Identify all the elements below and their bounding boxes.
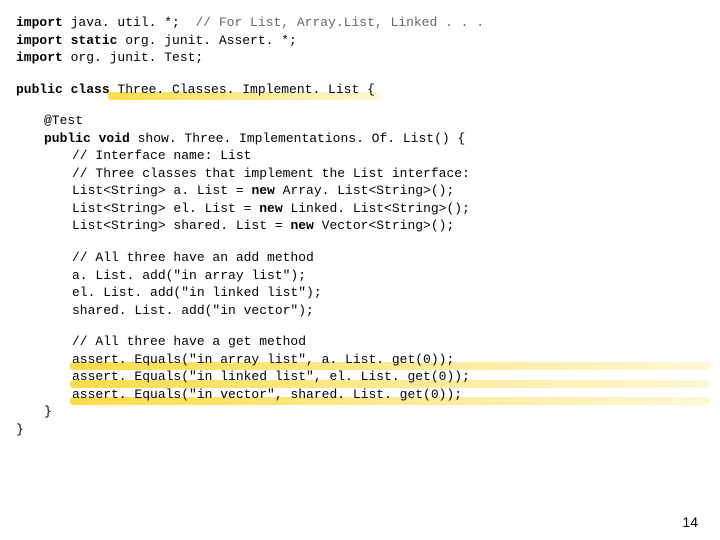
kw-new: new [259, 201, 282, 216]
kw-public: public [16, 82, 63, 97]
kw-import: import [16, 15, 63, 30]
class-name-highlight: Three. Classes. Implement. List { [110, 81, 375, 99]
comment-1: // For List, Array.List, Linked . . . [195, 15, 484, 30]
assert-2: assert. Equals("in linked list", el. Lis… [72, 368, 704, 386]
decl-2c: Linked. List<String>(); [283, 201, 470, 216]
decl-linkedlist: List<String> el. List = new Linked. List… [72, 200, 704, 218]
decl-3a: List<String> shared. List = [72, 218, 290, 233]
decl-1c: Array. List<String>(); [275, 183, 454, 198]
comment-three-classes: // Three classes that implement the List… [72, 165, 704, 183]
add-2: el. List. add("in linked list"); [72, 284, 704, 302]
kw-void: void [91, 131, 130, 146]
method-decl: public void show. Three. Implementations… [44, 130, 704, 148]
kw-new: new [251, 183, 274, 198]
import-line-2: import static org. junit. Assert. *; [16, 32, 704, 50]
import-line-3: import org. junit. Test; [16, 49, 704, 67]
assert-1: assert. Equals("in array list", a. List.… [72, 351, 704, 369]
close-class: } [16, 421, 704, 439]
import-1-body: java. util. *; [63, 15, 196, 30]
add-3: shared. List. add("in vector"); [72, 302, 704, 320]
decl-vector: List<String> shared. List = new Vector<S… [72, 217, 704, 235]
kw-class: class [63, 82, 110, 97]
kw-public: public [44, 131, 91, 146]
kw-new: new [290, 218, 313, 233]
decl-1a: List<String> a. List = [72, 183, 251, 198]
add-1: a. List. add("in array list"); [72, 267, 704, 285]
decl-3c: Vector<String>(); [314, 218, 454, 233]
annotation: @Test [44, 112, 704, 130]
comment-get: // All three have a get method [72, 333, 704, 351]
close-method: } [44, 403, 704, 421]
comment-interface: // Interface name: List [72, 147, 704, 165]
decl-arraylist: List<String> a. List = new Array. List<S… [72, 182, 704, 200]
kw-import: import [16, 50, 63, 65]
import-3-body: org. junit. Test; [63, 50, 203, 65]
method-name: show. Three. Implementations. Of. List()… [130, 131, 465, 146]
class-decl: public class Three. Classes. Implement. … [16, 81, 704, 99]
import-line-1: import java. util. *; // For List, Array… [16, 14, 704, 32]
comment-add: // All three have an add method [72, 249, 704, 267]
decl-2a: List<String> el. List = [72, 201, 259, 216]
assert-3: assert. Equals("in vector", shared. List… [72, 386, 704, 404]
kw-import: import [16, 33, 63, 48]
kw-static: static [63, 33, 118, 48]
page-number: 14 [682, 513, 698, 532]
import-2-body: org. junit. Assert. *; [117, 33, 296, 48]
